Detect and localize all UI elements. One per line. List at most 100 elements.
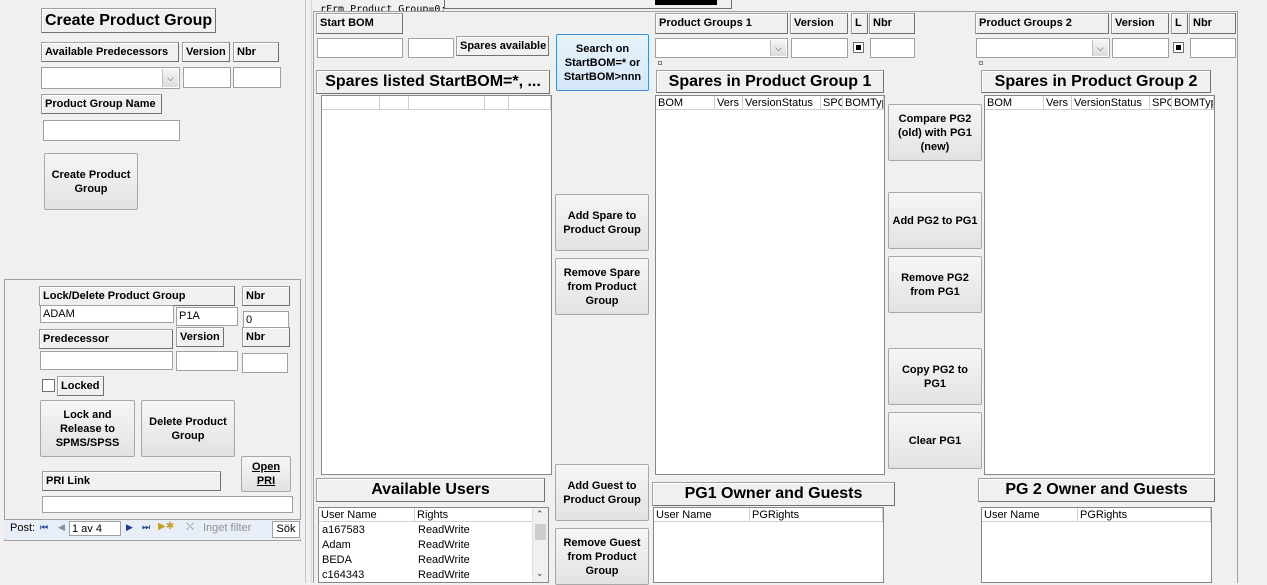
left-panel-divider xyxy=(305,0,306,583)
main-panel-divider xyxy=(311,0,312,583)
pri-link-input[interactable] xyxy=(42,496,293,513)
add-pg2-to-pg1-button[interactable]: Add PG2 to PG1 xyxy=(888,192,982,249)
spares-available-count xyxy=(408,38,454,58)
list-item[interactable]: a167583 ReadWrite xyxy=(319,523,533,538)
start-bom-input[interactable] xyxy=(317,38,403,58)
pg2-spares-list[interactable]: BOM Vers VersionStatus SPC BOMType xyxy=(984,95,1215,475)
pg1-owner-col-user-name[interactable]: User Name xyxy=(654,508,750,522)
copy-pg2-to-pg1-button[interactable]: Copy PG2 to PG1 xyxy=(888,348,982,405)
pg2-owner-col-user-name[interactable]: User Name xyxy=(982,508,1078,522)
pg1-col-bom[interactable]: BOM xyxy=(656,96,715,110)
lock-group-input[interactable]: ADAM xyxy=(40,305,174,323)
lock-release-button[interactable]: Lock and Release to SPMS/SPSS xyxy=(40,400,135,457)
locked-checkbox[interactable] xyxy=(42,379,55,392)
list-item[interactable]: c164343 ReadWrite xyxy=(319,568,533,583)
scroll-up-icon[interactable]: ⌃ xyxy=(536,509,544,520)
new-record-icon[interactable]: ▶✱ xyxy=(158,521,174,532)
create-product-group-button[interactable]: Create Product Group xyxy=(44,153,138,210)
pg1-spares-list[interactable]: BOM Vers VersionStatus SPC BOMType xyxy=(655,95,885,475)
spares-col-5[interactable] xyxy=(509,96,551,110)
clear-pg1-button[interactable]: Clear PG1 xyxy=(888,412,982,469)
user-name: BEDA xyxy=(322,554,352,566)
filter-icon[interactable]: ⛌ xyxy=(186,521,194,534)
users-col-rights[interactable]: Rights xyxy=(415,508,533,522)
record-number-input[interactable]: 1 av 4 xyxy=(69,521,121,536)
users-col-user-name[interactable]: User Name xyxy=(319,508,415,522)
list-item[interactable]: BEDA ReadWrite xyxy=(319,553,533,568)
pg2-col-bom[interactable]: BOM xyxy=(985,96,1044,110)
next-record-icon[interactable]: ▶ xyxy=(126,522,133,533)
no-filter-label[interactable]: Inget filter xyxy=(203,522,251,534)
user-name: Adam xyxy=(322,539,351,551)
available-predecessors-combo[interactable]: ⌵ xyxy=(41,67,180,89)
spares-listed-header: Spares listed StartBOM=*, ... xyxy=(316,70,550,94)
remove-pg2-from-pg1-button[interactable]: Remove PG2 from PG1 xyxy=(888,256,982,313)
available-users-list[interactable]: User Name Rights a167583 ReadWrite Adam … xyxy=(318,507,549,583)
pg1-owner-col-pgrights[interactable]: PGRights xyxy=(750,508,883,522)
pg2-col-vers[interactable]: Vers xyxy=(1044,96,1072,110)
users-scrollbar[interactable]: ⌃ ⌄ xyxy=(532,508,548,582)
create-version-input[interactable] xyxy=(183,67,231,88)
pg2-groups-combo[interactable]: ⌵ xyxy=(976,38,1110,58)
pg2-owner-list[interactable]: User Name PGRights xyxy=(981,507,1212,583)
pg1-groups-combo[interactable]: ⌵ xyxy=(655,38,788,58)
predecessor-nbr-input[interactable] xyxy=(242,353,288,373)
pg1-col-spc[interactable]: SPC xyxy=(821,96,843,110)
lock-code-input[interactable]: P1A xyxy=(176,307,238,326)
compare-pg2-pg1-button[interactable]: Compare PG2 (old) with PG1 (new) xyxy=(888,104,982,161)
pg1-l-label: L xyxy=(851,13,868,34)
pg2-spares-header: Spares in Product Group 2 xyxy=(981,70,1211,93)
chevron-down-icon[interactable]: ⌵ xyxy=(162,69,178,87)
title-glyph-fragment xyxy=(655,0,717,5)
first-record-icon[interactable]: ⏮ xyxy=(40,522,48,533)
pg2-col-bomtype[interactable]: BOMType xyxy=(1172,96,1214,110)
pg1-col-vers[interactable]: Vers xyxy=(715,96,743,110)
chevron-down-icon[interactable]: ⌵ xyxy=(770,40,786,56)
pg1-version-label: Version xyxy=(790,13,848,34)
previous-record-icon[interactable]: ◀ xyxy=(58,522,65,533)
scroll-thumb[interactable] xyxy=(535,524,546,540)
pg1-owner-header: PG1 Owner and Guests xyxy=(652,482,895,506)
pg1-version-input[interactable] xyxy=(791,38,848,58)
spares-col-3[interactable] xyxy=(409,96,485,110)
spares-col-4[interactable] xyxy=(485,96,509,110)
predecessor-version-input[interactable] xyxy=(176,351,238,371)
pg1-owner-list[interactable]: User Name PGRights xyxy=(653,507,884,583)
pg2-l-label: L xyxy=(1171,13,1188,34)
pg1-nbr-input[interactable] xyxy=(870,38,915,58)
delete-product-group-button[interactable]: Delete Product Group xyxy=(141,400,235,457)
user-rights: ReadWrite xyxy=(418,524,470,536)
pg2-nbr-input[interactable] xyxy=(1190,38,1236,58)
pg2-owner-col-pgrights[interactable]: PGRights xyxy=(1078,508,1211,522)
user-rights: ReadWrite xyxy=(418,539,470,551)
chevron-down-icon[interactable]: ⌵ xyxy=(1092,40,1108,56)
add-guest-button[interactable]: Add Guest to Product Group xyxy=(555,464,649,521)
create-nbr-input[interactable] xyxy=(233,67,281,88)
pg1-lock-checkbox[interactable] xyxy=(853,42,864,53)
pg2-col-spc[interactable]: SPC xyxy=(1150,96,1172,110)
scroll-down-icon[interactable]: ⌄ xyxy=(536,568,544,579)
pg1-col-bomtype[interactable]: BOMType xyxy=(843,96,884,110)
pg1-col-version-status[interactable]: VersionStatus xyxy=(743,96,821,110)
add-spare-button[interactable]: Add Spare to Product Group xyxy=(555,194,649,251)
pg2-version-input[interactable] xyxy=(1112,38,1169,58)
open-pri-button[interactable]: Open PRI xyxy=(241,456,291,492)
pg2-small-marker xyxy=(979,61,983,65)
spares-listed-list[interactable] xyxy=(321,95,552,475)
spares-col-2[interactable] xyxy=(380,96,409,110)
remove-guest-button[interactable]: Remove Guest from Product Group xyxy=(555,528,649,585)
product-group-name-input[interactable] xyxy=(43,120,180,141)
remove-spare-button[interactable]: Remove Spare from Product Group xyxy=(555,258,649,315)
predecessor-nbr-label: Nbr xyxy=(242,327,290,347)
last-record-icon[interactable]: ⏭ xyxy=(142,522,150,533)
user-name: a167583 xyxy=(322,524,365,536)
list-item[interactable]: Adam ReadWrite xyxy=(319,538,533,553)
pg2-col-version-status[interactable]: VersionStatus xyxy=(1072,96,1150,110)
search-startbom-button[interactable]: Search on StartBOM=* or StartBOM>nnn xyxy=(556,34,649,91)
search-label[interactable]: Sök xyxy=(272,521,300,538)
pg1-small-marker xyxy=(658,61,662,65)
pg2-version-label: Version xyxy=(1111,13,1169,34)
pg2-lock-checkbox[interactable] xyxy=(1173,42,1184,53)
spares-col-1[interactable] xyxy=(322,96,380,110)
predecessor-input[interactable] xyxy=(40,351,173,370)
